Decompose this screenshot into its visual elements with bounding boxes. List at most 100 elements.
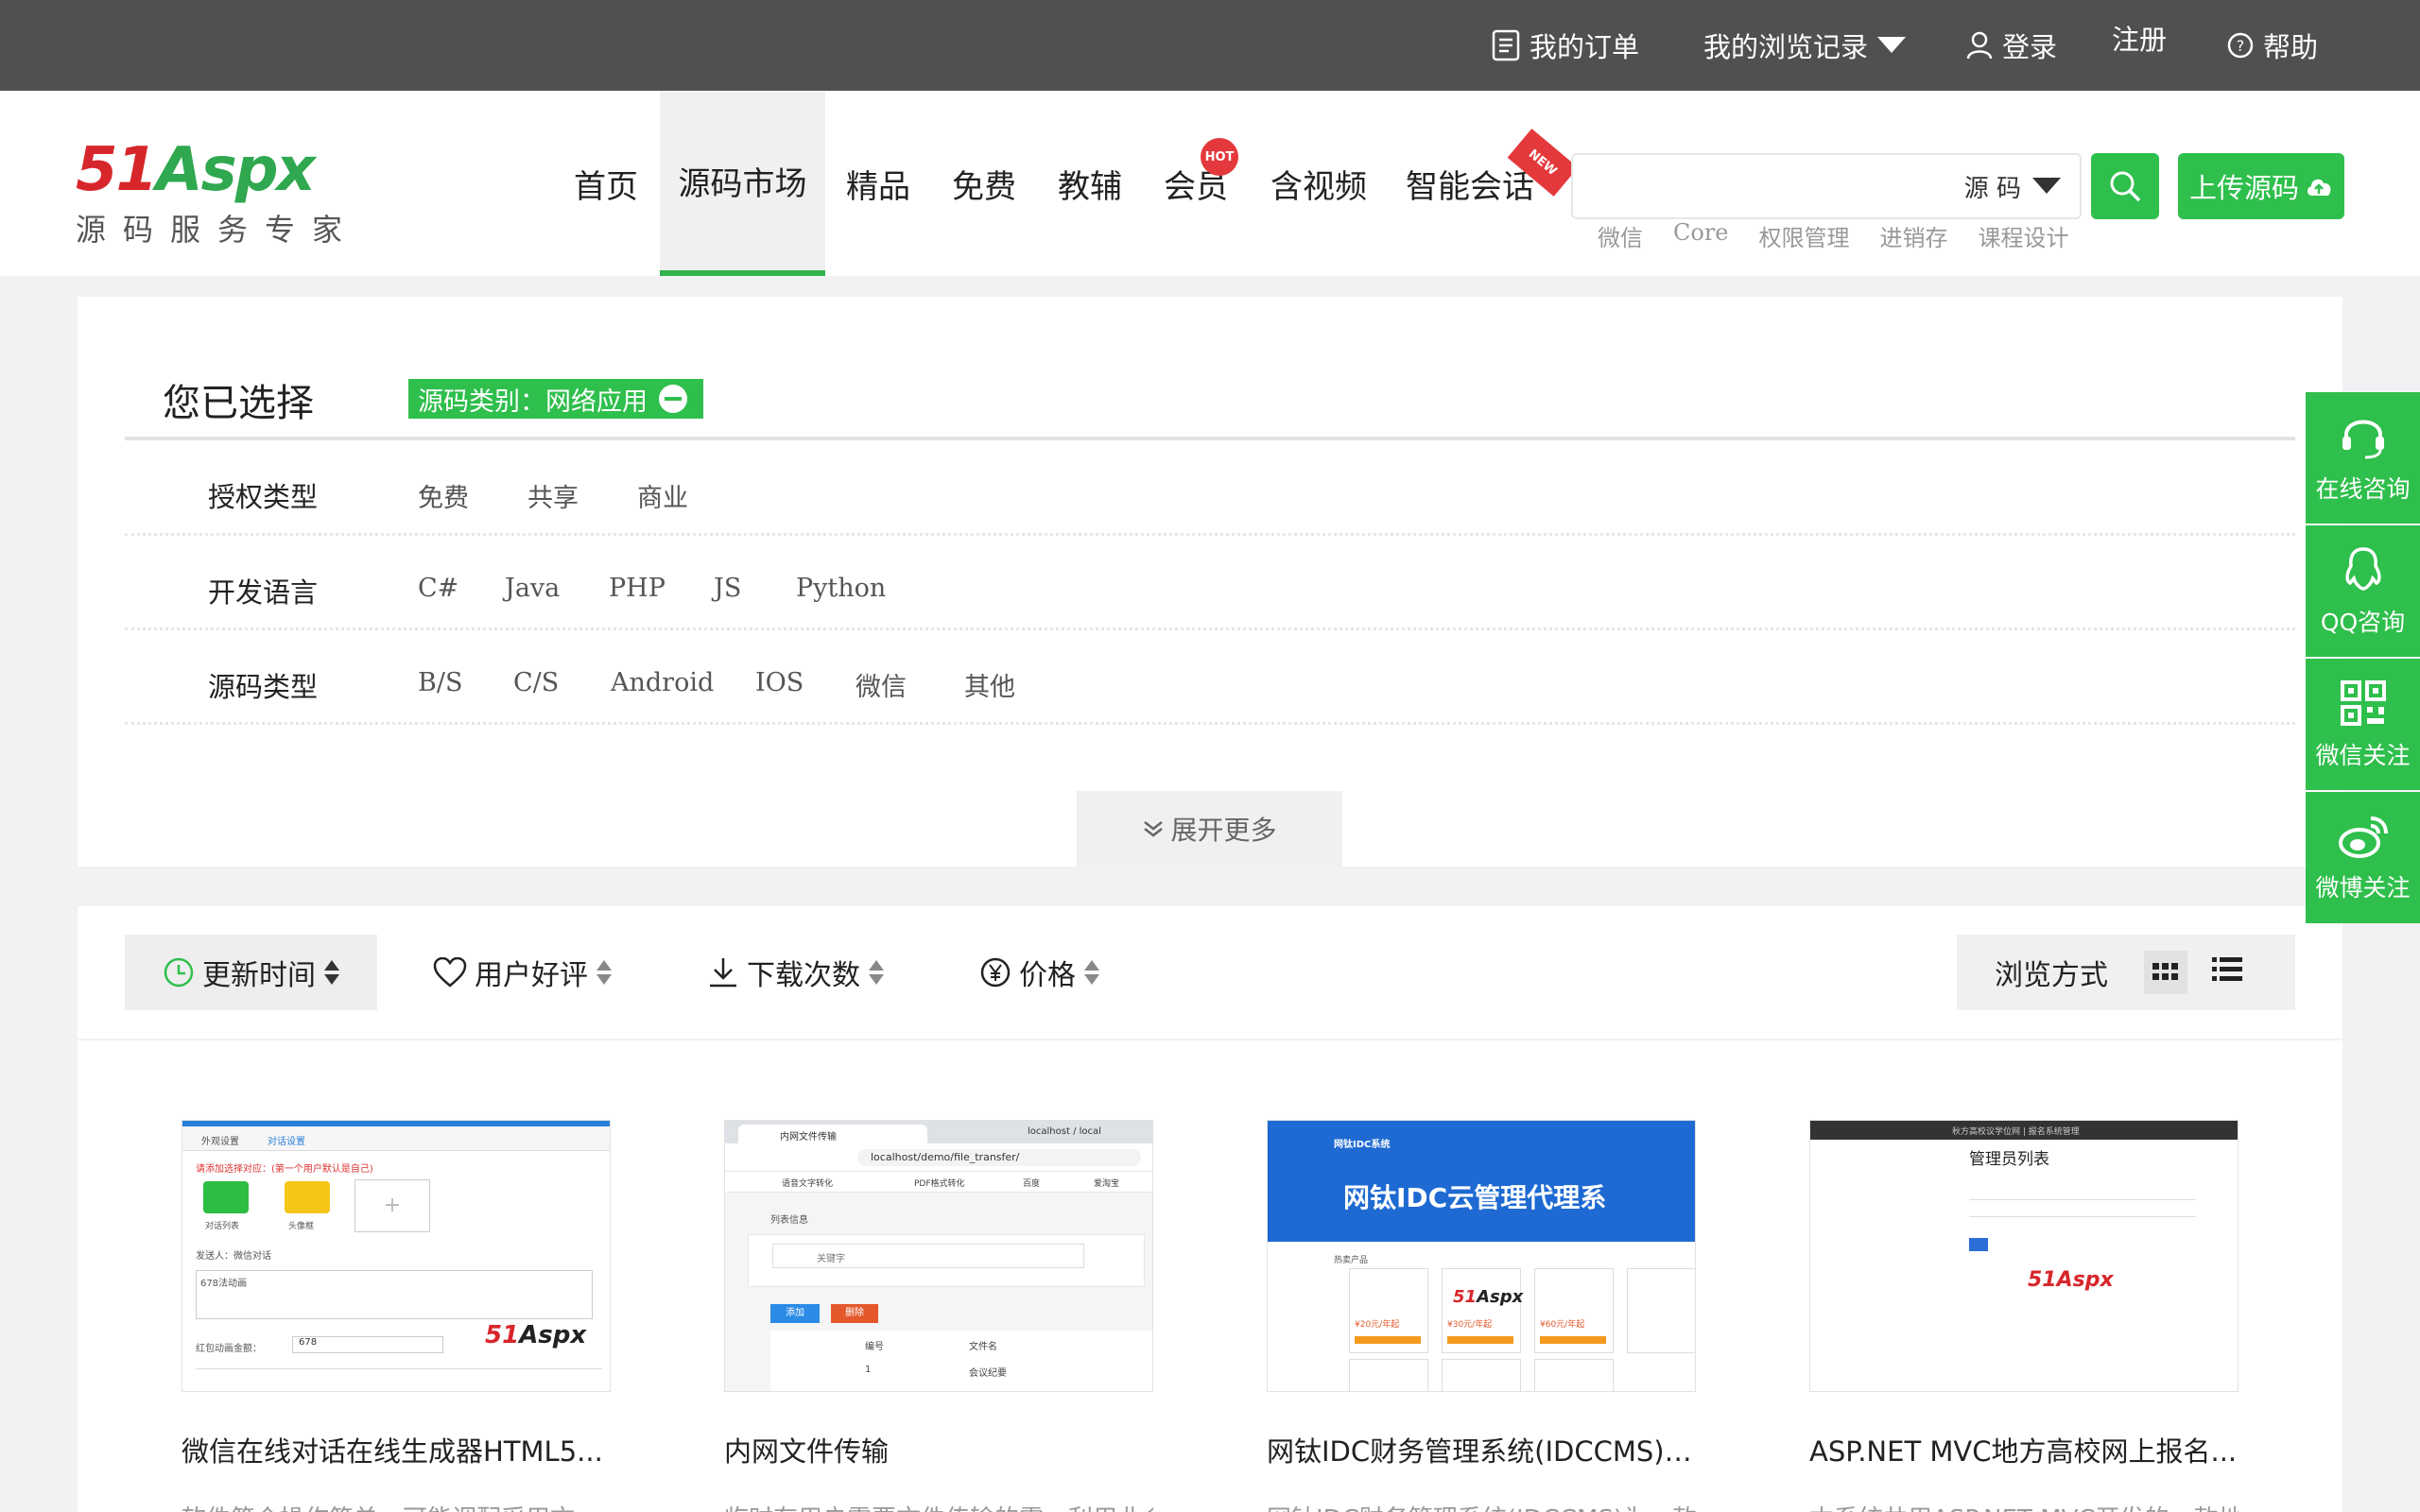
filter-option[interactable]: 共享 — [527, 477, 579, 514]
selected-filter-tag[interactable]: 源码类别：网络应用 — [408, 379, 703, 419]
filter-option[interactable]: Java — [505, 574, 560, 603]
product-description: 临时有用户需要文件传输的需，利用业余时 — [724, 1500, 1153, 1512]
product-thumbnail: 秋方高校议学位网 | 报名系统管理 管理员列表 51Aspx — [1809, 1120, 2238, 1392]
grid-view-icon[interactable] — [2144, 951, 2187, 994]
product-thumbnail: 外观设置 对话设置 请添加选择对应：(第一个用户默认是自己) + 对话列表 头像… — [182, 1120, 611, 1392]
sort-user-rating[interactable]: 用户好评 — [433, 935, 613, 1010]
nav-membership[interactable]: 会员 — [1150, 91, 1242, 276]
product-description: 本系统共用ASP.NET MVC开发的一款地方高校 — [1809, 1500, 2238, 1512]
list-view-icon[interactable] — [2212, 956, 2242, 989]
register-link[interactable]: 注册 — [2112, 0, 2167, 76]
hot-keyword[interactable]: 进销存 — [1880, 219, 1948, 257]
nav-with-video[interactable]: 含视频 — [1265, 91, 1373, 276]
filter-label-source-type: 源码类型 — [208, 671, 319, 703]
upload-source-button[interactable]: 上传源码 — [2178, 153, 2344, 219]
nav-free[interactable]: 免费 — [938, 91, 1030, 276]
divider — [125, 627, 2295, 630]
search-scope-dropdown[interactable]: 源 码 — [1964, 155, 2061, 217]
product-description: 软件简介操作简单，可能调配采用文 — [182, 1500, 611, 1512]
online-consult-button[interactable]: 在线咨询 — [2306, 392, 2420, 524]
hot-keyword[interactable]: 权限管理 — [1759, 219, 1850, 257]
nav-tutoring[interactable]: 教辅 — [1044, 91, 1136, 276]
filter-option[interactable]: B/S — [418, 668, 462, 697]
heart-icon — [433, 957, 467, 988]
nav-premium[interactable]: 精品 — [832, 91, 925, 276]
sort-downloads[interactable]: 下载次数 — [707, 935, 885, 1010]
view-mode-switcher: 浏览方式 — [1957, 935, 2295, 1010]
product-title[interactable]: 微信在线对话在线生成器HTML5... — [182, 1430, 611, 1469]
browse-history-label: 我的浏览记录 — [1703, 31, 1869, 63]
wechat-follow-button[interactable]: 微信关注 — [2306, 659, 2420, 790]
help-label: 帮助 — [2263, 31, 2319, 63]
product-card[interactable]: 外观设置 对话设置 请添加选择对应：(第一个用户默认是自己) + 对话列表 头像… — [125, 1080, 667, 1512]
float-label: 微信关注 — [2315, 741, 2411, 769]
sort-arrows-icon — [323, 959, 340, 986]
sort-price[interactable]: 价格 — [979, 935, 1100, 1010]
nav-source-market[interactable]: 源码市场 — [660, 91, 825, 276]
product-title[interactable]: ASP.NET MVC地方高校网上报名... — [1809, 1430, 2238, 1469]
selected-title: 您已选择 — [163, 382, 314, 425]
login-label: 登录 — [2002, 31, 2058, 63]
expand-more-button[interactable]: 展开更多 — [1077, 791, 1342, 867]
divider — [125, 437, 2295, 440]
filter-option[interactable]: Android — [611, 668, 714, 697]
product-title[interactable]: 网钛IDC财务管理系统(IDCCMS) ... — [1267, 1430, 1696, 1469]
product-title[interactable]: 内网文件传输 — [724, 1430, 1153, 1469]
filter-option[interactable]: C/S — [513, 668, 559, 697]
hot-keywords: 微信 Core 权限管理 进销存 课程设计 — [1598, 219, 2069, 257]
chevron-down-icon — [1877, 37, 1907, 53]
product-description: 网钛IDC财务管理系统(IDCCMS)为一款 — [1267, 1500, 1696, 1512]
search-input[interactable] — [1584, 163, 1925, 210]
selected-filter-label: 源码类别：网络应用 — [418, 387, 648, 417]
remove-icon[interactable] — [657, 383, 689, 415]
watermark-logo: 51Aspx — [2028, 1268, 2114, 1292]
search-button[interactable] — [2091, 153, 2159, 219]
search-scope-label: 源 码 — [1963, 174, 2021, 203]
filter-option[interactable]: 微信 — [856, 666, 907, 703]
qq-consult-button[interactable]: QQ咨询 — [2306, 525, 2420, 657]
site-header: 51Aspx 源码服务专家 首页 源码市场 精品 免费 教辅 会员 HOT 含视… — [0, 91, 2420, 276]
filter-label-language: 开发语言 — [208, 576, 319, 609]
hot-keyword[interactable]: Core — [1673, 219, 1729, 257]
filter-label-license: 授权类型 — [208, 481, 319, 513]
logo-slogan: 源码服务专家 — [76, 212, 360, 248]
sort-update-time[interactable]: 更新时间 — [125, 935, 377, 1010]
help-link[interactable]: ? 帮助 — [2227, 0, 2318, 91]
filter-option[interactable]: IOS — [755, 668, 804, 697]
site-logo[interactable]: 51Aspx 源码服务专家 — [76, 135, 359, 248]
float-label: QQ咨询 — [2320, 608, 2406, 636]
watermark-logo: 51Aspx — [485, 1321, 587, 1349]
float-label: 在线咨询 — [2315, 474, 2411, 503]
divider — [125, 533, 2295, 536]
filter-option[interactable]: 其他 — [964, 666, 1015, 703]
hot-keyword[interactable]: 课程设计 — [1979, 219, 2069, 257]
sort-label: 价格 — [1019, 959, 1076, 992]
hot-keyword[interactable]: 微信 — [1598, 219, 1643, 257]
filter-option[interactable]: Python — [796, 574, 886, 603]
filter-option[interactable]: 商业 — [637, 477, 688, 514]
nav-ai-chat[interactable]: 智能会话 — [1399, 91, 1541, 276]
headset-icon — [2342, 420, 2384, 458]
float-label: 微博关注 — [2315, 873, 2411, 902]
logo-wordmark: 51Aspx — [76, 135, 316, 205]
cloud-upload-icon — [2307, 179, 2331, 196]
filter-option[interactable]: JS — [714, 574, 741, 603]
double-chevron-down-icon — [1144, 821, 1164, 837]
browse-history-dropdown[interactable]: 我的浏览记录 — [1703, 0, 1907, 91]
my-orders-link[interactable]: 我的订单 — [1492, 0, 1639, 91]
orders-icon — [1492, 29, 1520, 61]
product-card[interactable]: 网钛IDC系统 网钛IDC云管理代理系 热卖产品 ¥20元/年起 ¥30元/年起… — [1210, 1080, 1753, 1512]
filter-option[interactable]: PHP — [609, 574, 666, 603]
product-card[interactable]: 秋方高校议学位网 | 报名系统管理 管理员列表 51Aspx ASP.NET M… — [1753, 1080, 2295, 1512]
qq-icon — [2344, 546, 2381, 591]
sort-arrows-icon — [868, 959, 885, 986]
help-icon: ? — [2227, 32, 2254, 59]
weibo-follow-button[interactable]: 微博关注 — [2306, 792, 2420, 923]
product-card[interactable]: 内网文件传输 localhost / local localhost/demo/… — [667, 1080, 1210, 1512]
nav-home[interactable]: 首页 — [558, 91, 654, 276]
filter-option[interactable]: C# — [418, 574, 458, 603]
sort-arrows-icon — [1083, 959, 1100, 986]
login-link[interactable]: 登录 — [1966, 0, 2057, 91]
filter-option[interactable]: 免费 — [418, 477, 469, 514]
product-thumbnail: 网钛IDC系统 网钛IDC云管理代理系 热卖产品 ¥20元/年起 ¥30元/年起… — [1267, 1120, 1696, 1392]
